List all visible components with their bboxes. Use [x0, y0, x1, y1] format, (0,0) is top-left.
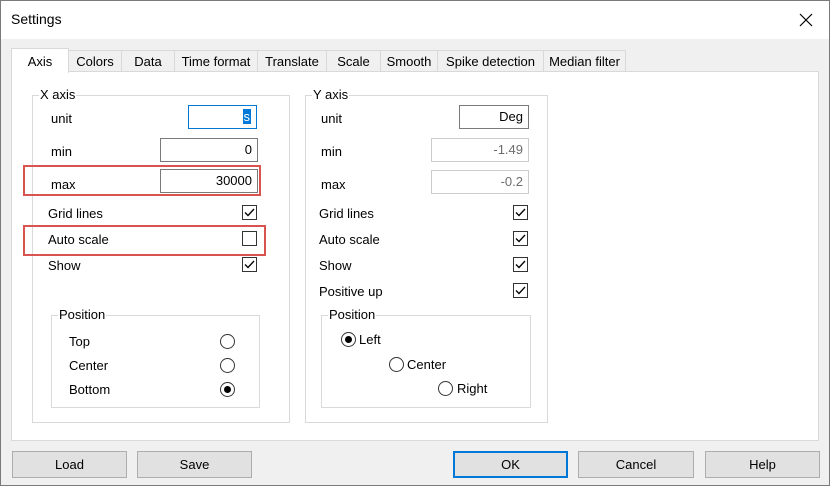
tab-time-format[interactable]: Time format — [174, 50, 258, 72]
y-show-label: Show — [319, 258, 352, 273]
x-position-title: Position — [58, 307, 107, 322]
ok-button[interactable]: OK — [453, 451, 568, 478]
y-position-center-radio[interactable] — [389, 357, 404, 372]
tab-smooth[interactable]: Smooth — [380, 50, 438, 72]
tab-strip: Axis Colors Data Time format Translate S… — [11, 48, 830, 73]
tab-median-filter[interactable]: Median filter — [543, 50, 626, 72]
y-max-label: max — [321, 177, 346, 192]
tab-translate[interactable]: Translate — [257, 50, 327, 72]
y-auto-scale-label: Auto scale — [319, 232, 380, 247]
y-grid-lines-checkbox[interactable] — [513, 205, 528, 220]
y-unit-input[interactable]: Deg — [459, 105, 529, 129]
y-position-title: Position — [328, 307, 377, 322]
y-positive-up-label: Positive up — [319, 284, 383, 299]
settings-dialog: Settings Axis Colors Data Time format Tr… — [0, 0, 830, 486]
checkmark-icon — [515, 208, 526, 217]
y-max-input[interactable]: -0.2 — [431, 170, 529, 194]
save-button[interactable]: Save — [137, 451, 252, 478]
y-unit-label: unit — [321, 111, 342, 126]
x-position-bottom-radio[interactable] — [220, 382, 235, 397]
y-position-group: Position Left Center Right — [321, 307, 531, 408]
y-axis-group-title: Y axis — [312, 87, 350, 102]
x-unit-input[interactable]: s — [188, 105, 257, 129]
x-unit-value: s — [242, 109, 251, 124]
x-axis-group: X axis unit s min 0 max 30000 Grid lines… — [32, 87, 290, 423]
y-min-label: min — [321, 144, 342, 159]
y-position-right-label: Right — [457, 381, 488, 396]
help-button[interactable]: Help — [705, 451, 820, 478]
checkmark-icon — [244, 260, 255, 269]
tab-data[interactable]: Data — [121, 50, 175, 72]
tab-scale[interactable]: Scale — [326, 50, 381, 72]
x-position-center-label: Center — [69, 358, 109, 373]
x-min-input[interactable]: 0 — [160, 138, 258, 162]
checkmark-icon — [515, 286, 526, 295]
y-position-right-radio[interactable] — [438, 381, 453, 396]
y-show-checkbox[interactable] — [513, 257, 528, 272]
x-position-top-label: Top — [69, 334, 90, 349]
checkmark-icon — [244, 208, 255, 217]
tab-spike-detection[interactable]: Spike detection — [437, 50, 544, 72]
x-grid-lines-checkbox[interactable] — [242, 205, 257, 220]
y-position-center-label: Center — [407, 357, 447, 372]
title-bar: Settings — [1, 1, 829, 39]
x-unit-label: unit — [51, 111, 72, 126]
y-positive-up-checkbox[interactable] — [513, 283, 528, 298]
y-position-left-radio[interactable] — [341, 332, 356, 347]
x-min-label: min — [51, 144, 72, 159]
close-icon — [799, 13, 813, 27]
auto-scale-highlight — [23, 225, 266, 256]
x-position-group: Position Top Center Bottom — [51, 307, 260, 408]
x-grid-lines-label: Grid lines — [48, 206, 103, 221]
y-grid-lines-label: Grid lines — [319, 206, 374, 221]
cancel-button[interactable]: Cancel — [578, 451, 694, 478]
x-position-center-radio[interactable] — [220, 358, 235, 373]
y-auto-scale-checkbox[interactable] — [513, 231, 528, 246]
load-button[interactable]: Load — [12, 451, 127, 478]
y-axis-group: Y axis unit Deg min -1.49 max -0.2 Grid … — [305, 87, 548, 423]
tab-axis[interactable]: Axis — [11, 48, 69, 73]
axis-tab-panel: X axis unit s min 0 max 30000 Grid lines… — [11, 71, 819, 441]
checkmark-icon — [515, 234, 526, 243]
x-axis-group-title: X axis — [39, 87, 77, 102]
checkmark-icon — [515, 260, 526, 269]
y-position-left-label: Left — [359, 332, 381, 347]
close-button[interactable] — [783, 1, 829, 39]
x-show-label: Show — [48, 258, 81, 273]
x-position-top-radio[interactable] — [220, 334, 235, 349]
y-min-input[interactable]: -1.49 — [431, 138, 529, 162]
max-field-highlight — [23, 165, 261, 196]
x-show-checkbox[interactable] — [242, 257, 257, 272]
window-title: Settings — [11, 11, 62, 27]
tab-colors[interactable]: Colors — [68, 50, 122, 72]
x-position-bottom-label: Bottom — [69, 382, 111, 397]
